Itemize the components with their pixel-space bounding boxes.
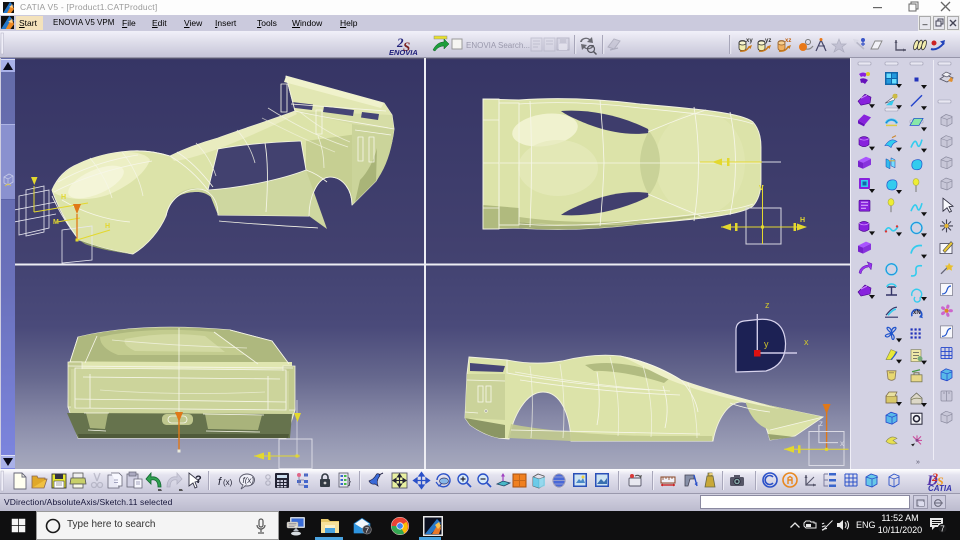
svg-text:7: 7 (940, 525, 945, 534)
